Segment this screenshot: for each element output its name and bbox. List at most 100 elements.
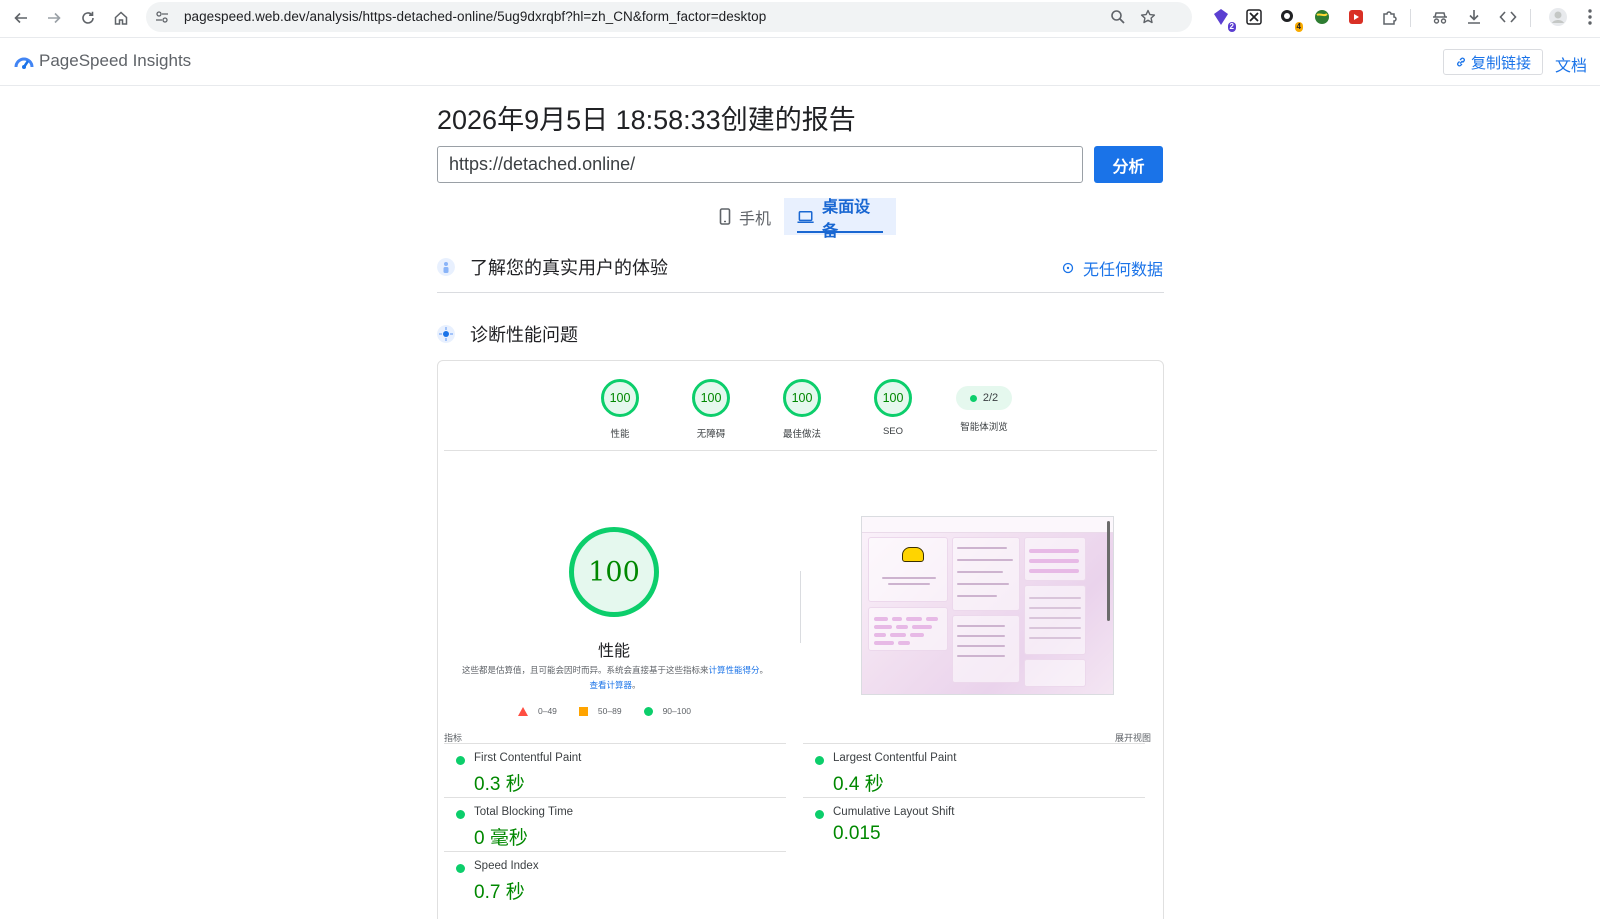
pass-dot-icon (815, 810, 824, 819)
pass-dot-icon (456, 864, 465, 873)
category-label: 无障碍 (696, 429, 726, 440)
crux-section-header: 了解您的真实用户的体验 (437, 252, 668, 282)
metric-lcp: Largest Contentful Paint 0.4 秒 (803, 743, 1145, 797)
address-url[interactable]: pagespeed.web.dev/analysis/https-detache… (184, 9, 766, 24)
back-button[interactable] (7, 4, 35, 32)
copy-link-button[interactable]: 复制链接 (1443, 49, 1543, 75)
category-gauge-seo[interactable]: 100 SEO (863, 379, 923, 437)
metric-name: Largest Contentful Paint (833, 752, 957, 764)
url-input[interactable] (437, 146, 1083, 183)
thumbnail-line (1029, 627, 1081, 629)
card-divider (444, 450, 1157, 451)
pass-dot-icon (969, 394, 977, 402)
calc-score-link[interactable]: 计算性能得分 (708, 665, 759, 675)
average-square-icon (578, 706, 588, 716)
metric-speed-index: Speed Index 0.7 秒 (444, 851, 786, 905)
thumbnail-chip (1029, 559, 1079, 563)
category-gauge-accessibility[interactable]: 100 无障碍 (681, 379, 741, 440)
thumbnail-chip (926, 617, 938, 621)
thumbnail-chip (910, 633, 924, 637)
thumbnail-chip (874, 641, 894, 645)
fail-triangle-icon (518, 706, 528, 716)
copy-link-label: 复制链接 (1470, 54, 1531, 72)
thumbnail-line (957, 571, 1003, 573)
thumbnail-chip (890, 633, 906, 637)
tab-desktop[interactable]: 桌面设备 (784, 198, 896, 240)
metric-name: Total Blocking Time (474, 806, 574, 818)
thumbnail-navbar (862, 517, 1113, 533)
diagnose-title: 诊断性能问题 (470, 325, 578, 345)
extension-badge: 4 (1294, 22, 1303, 32)
thumbnail-line (1029, 607, 1081, 609)
no-data-indicator[interactable]: 无任何数据 (1062, 256, 1163, 280)
extension-red-play-icon[interactable] (1344, 5, 1368, 29)
thumbnail-line (957, 547, 1007, 549)
extension-globe-icon[interactable] (1310, 5, 1334, 29)
category-agentic-browsing[interactable]: 2/2 智能体浏览 (954, 379, 1014, 433)
thumbnail-line (957, 655, 1005, 657)
thumbnail-chip (896, 625, 908, 629)
profile-avatar[interactable] (1546, 5, 1570, 29)
legend-fail: 0–49 (518, 706, 557, 716)
extension-search-icon[interactable]: 4 (1276, 5, 1303, 32)
toolbar-separator (1530, 9, 1531, 27)
metric-value: 0.3 秒 (474, 774, 525, 795)
desc-text: 。 (632, 680, 641, 690)
thumbnail-line (1029, 617, 1081, 619)
pagespeed-logo-icon[interactable] (14, 53, 34, 71)
legend-label: 90–100 (662, 706, 691, 716)
address-bar[interactable]: pagespeed.web.dev/analysis/https-detache… (146, 2, 1192, 32)
category-score: 100 (692, 379, 730, 417)
thumbnail-line (1029, 597, 1081, 599)
final-screenshot-thumbnail[interactable] (861, 516, 1114, 695)
extension-purple-icon[interactable]: 2 (1209, 5, 1236, 32)
pass-dot-icon (456, 810, 465, 819)
reload-button[interactable] (74, 4, 102, 32)
extensions-puzzle-icon[interactable] (1378, 5, 1402, 29)
back-arrow-icon (14, 12, 27, 24)
tab-mobile[interactable]: 手机 (706, 198, 784, 235)
phone-icon (719, 208, 731, 225)
incognito-spy-icon[interactable] (1428, 5, 1452, 29)
browser-toolbar: pagespeed.web.dev/analysis/https-detache… (0, 0, 1600, 38)
category-gauge-performance[interactable]: 100 性能 (590, 379, 650, 440)
legend-pass: 90–100 (643, 706, 691, 716)
site-info-icon[interactable] (154, 9, 170, 25)
thumbnail-line (957, 583, 1009, 585)
forward-button[interactable] (40, 4, 68, 32)
performance-description: 这些都是估算值，且可能会因时而异。系统会直接基于这些指标来计算性能得分。查看计算… (460, 663, 770, 693)
thumbnail-line (1029, 637, 1081, 639)
zoom-icon[interactable] (1108, 7, 1128, 27)
bookmark-star-icon[interactable] (1138, 7, 1158, 27)
download-icon[interactable] (1462, 5, 1486, 29)
lighthouse-report-card: 100 性能 100 无障碍 100 最佳做法 100 SEO 2/2 智能体浏… (437, 360, 1164, 919)
brand-name[interactable]: PageSpeed Insights (39, 51, 191, 71)
thumbnail-chip (898, 641, 910, 645)
metric-name: First Contentful Paint (474, 752, 582, 764)
analyze-button[interactable]: 分析 (1094, 146, 1163, 183)
docs-link[interactable]: 文档 (1555, 52, 1587, 76)
devtools-code-icon[interactable] (1496, 5, 1520, 29)
vertical-divider (800, 571, 801, 643)
tab-desktop-label: 桌面设备 (822, 198, 871, 240)
extension-crossed-tools-icon[interactable] (1242, 5, 1266, 29)
thumbnail-mascot-icon (902, 547, 924, 562)
category-gauge-best-practices[interactable]: 100 最佳做法 (772, 379, 832, 440)
thumbnail-chip (874, 617, 888, 621)
category-score: 100 (601, 379, 639, 417)
metric-name: Cumulative Layout Shift (833, 806, 955, 818)
browser-menu-icon[interactable] (1578, 5, 1600, 29)
link-icon (1457, 57, 1465, 67)
category-score: 100 (783, 379, 821, 417)
laptop-icon (797, 210, 814, 223)
agentic-score: 2/2 (982, 392, 999, 404)
pass-circle-icon (643, 706, 653, 716)
thumbnail-chip (912, 625, 932, 629)
home-button[interactable] (107, 4, 135, 32)
pass-dot-icon (815, 756, 824, 765)
thumbnail-chip (874, 633, 886, 637)
thumbnail-chip (1029, 569, 1079, 573)
metric-value: 0.7 秒 (474, 882, 525, 903)
category-label: 性能 (610, 429, 630, 440)
calculator-link[interactable]: 查看计算器 (589, 680, 632, 690)
